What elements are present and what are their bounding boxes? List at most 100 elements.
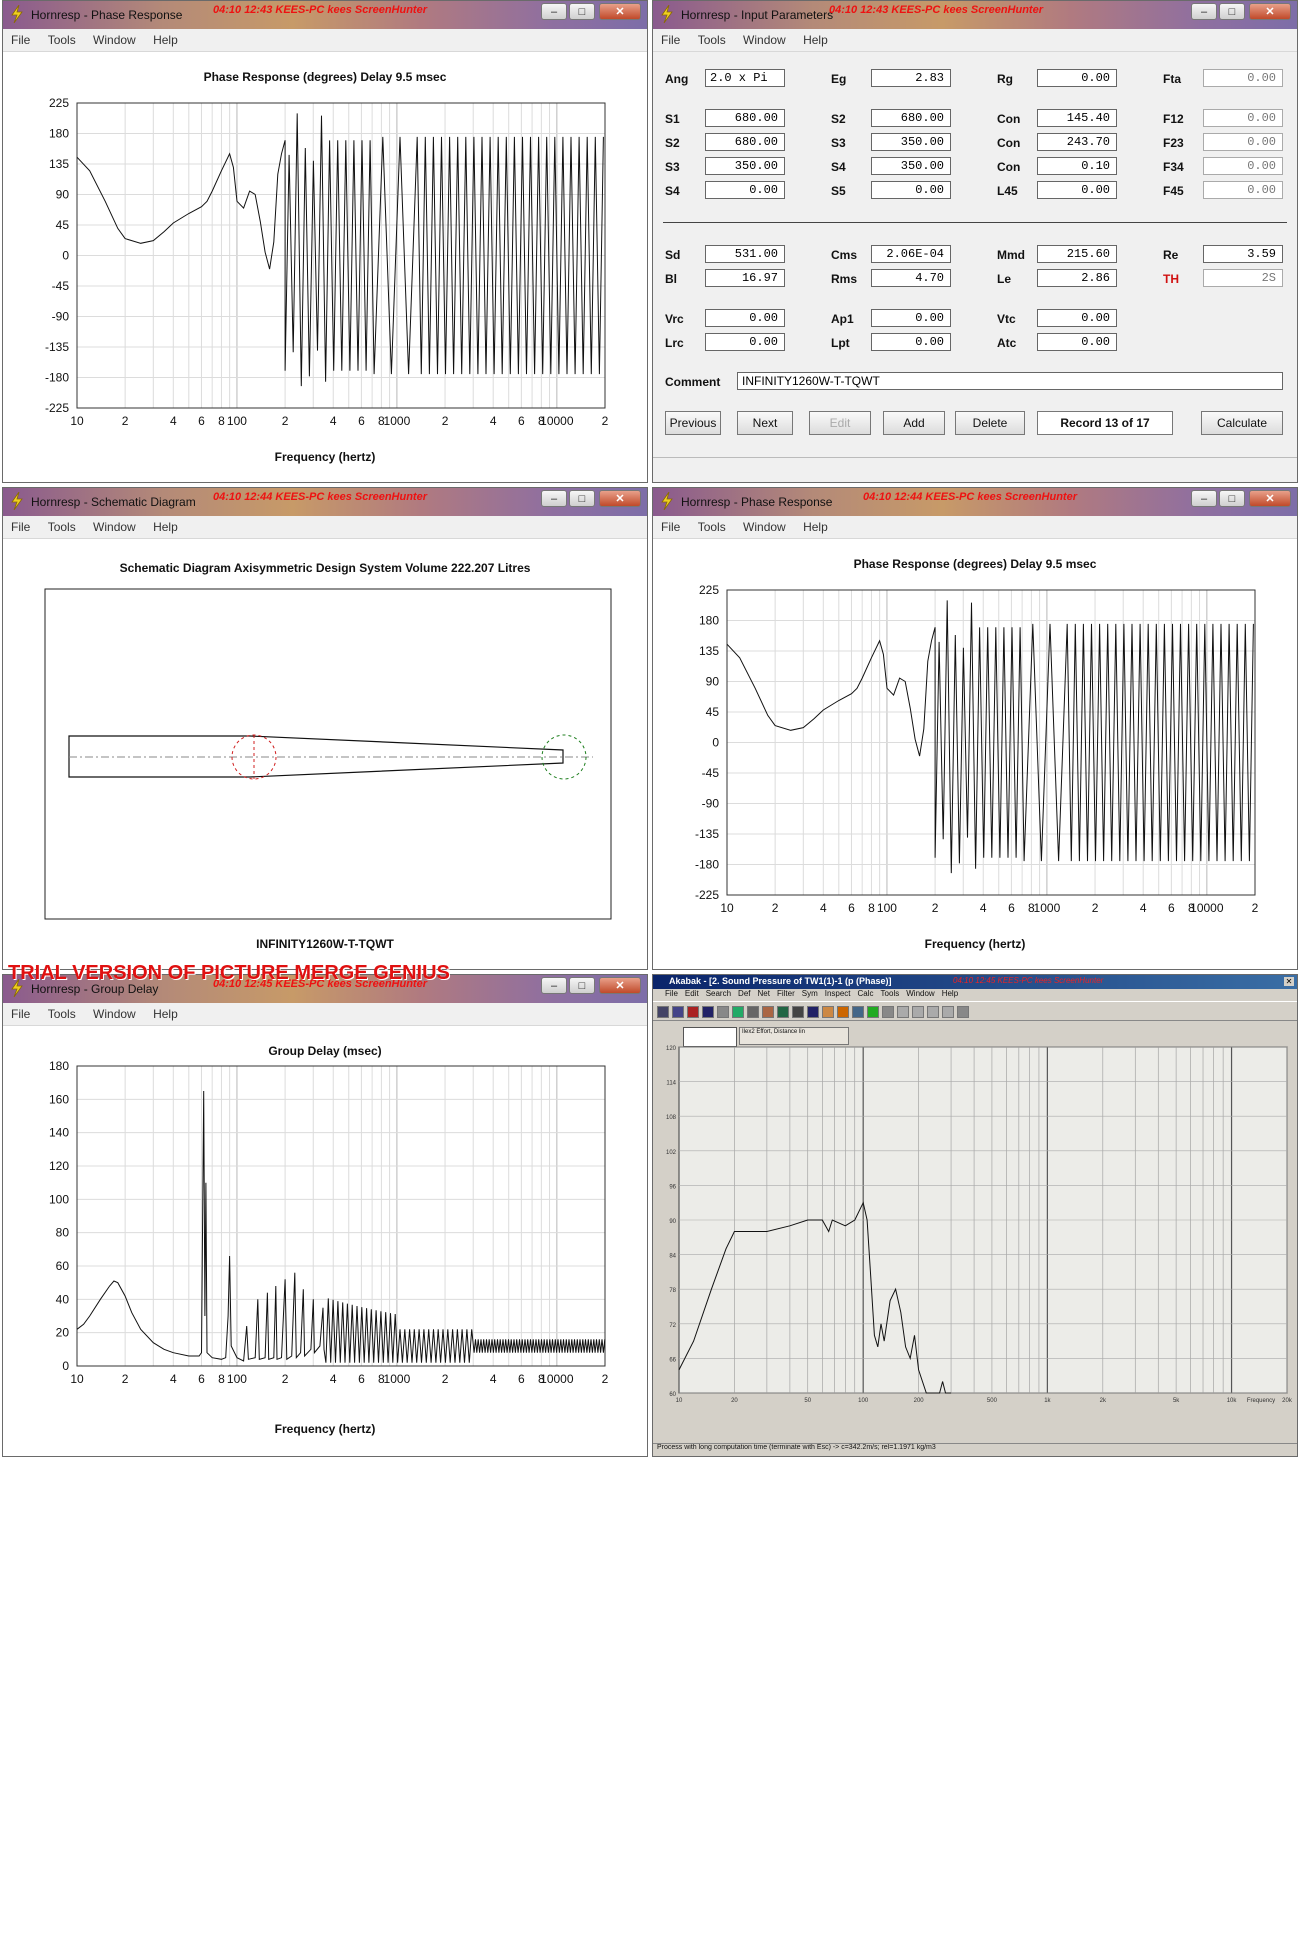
toolbar-tool-icon[interactable] [777, 1006, 789, 1018]
field-vrc[interactable]: 0.00 [705, 309, 785, 327]
menu-window[interactable]: Window [85, 29, 142, 47]
toolbar-tool-icon[interactable] [687, 1006, 699, 1018]
menu-file[interactable]: File [653, 516, 686, 534]
field-sd[interactable]: 531.00 [705, 245, 785, 263]
field-s5[interactable]: 0.00 [871, 181, 951, 199]
field-l45[interactable]: 0.00 [1037, 181, 1117, 199]
maximize-button[interactable]: □ [1219, 3, 1245, 20]
field-f23[interactable]: 0.00 [1203, 133, 1283, 151]
akabak-menu-item[interactable]: Calc [858, 989, 874, 998]
field-vtc[interactable]: 0.00 [1037, 309, 1117, 327]
minimize-button[interactable]: – [1191, 490, 1217, 507]
akabak-menu-item[interactable]: Inspect [825, 989, 851, 998]
field-s3[interactable]: 350.00 [871, 133, 951, 151]
add-button[interactable]: Add [883, 411, 945, 435]
field-lpt[interactable]: 0.00 [871, 333, 951, 351]
field-s4[interactable]: 350.00 [871, 157, 951, 175]
field-con-2[interactable]: 243.70 [1037, 133, 1117, 151]
akabak-menu-item[interactable]: Tools [881, 989, 900, 998]
field-s4-b[interactable]: 0.00 [705, 181, 785, 199]
field-eg[interactable]: 2.83 [871, 69, 951, 87]
field-ap1[interactable]: 0.00 [871, 309, 951, 327]
toolbar-tool-icon[interactable] [792, 1006, 804, 1018]
menu-file[interactable]: File [3, 1003, 36, 1021]
close-button[interactable]: ✕ [599, 3, 641, 20]
field-th[interactable]: 2S [1203, 269, 1283, 287]
field-con-3[interactable]: 0.10 [1037, 157, 1117, 175]
field-rms[interactable]: 4.70 [871, 269, 951, 287]
toolbar-tool-icon[interactable] [672, 1006, 684, 1018]
toolbar-tool-icon[interactable] [912, 1006, 924, 1018]
toolbar-tool-icon[interactable] [897, 1006, 909, 1018]
menu-tools[interactable]: Tools [690, 516, 732, 534]
close-button[interactable]: ✕ [1249, 490, 1291, 507]
toolbar-tool-icon[interactable] [807, 1006, 819, 1018]
akabak-menu-item[interactable]: Window [906, 989, 934, 998]
field-s2[interactable]: 680.00 [871, 109, 951, 127]
field-bl[interactable]: 16.97 [705, 269, 785, 287]
toolbar-tool-icon[interactable] [747, 1006, 759, 1018]
menu-help[interactable]: Help [795, 29, 834, 47]
toolbar-tool-icon[interactable] [927, 1006, 939, 1018]
menu-help[interactable]: Help [145, 29, 184, 47]
akabak-menu-item[interactable]: Edit [685, 989, 699, 998]
menu-tools[interactable]: Tools [40, 1003, 82, 1021]
field-atc[interactable]: 0.00 [1037, 333, 1117, 351]
menu-help[interactable]: Help [795, 516, 834, 534]
menu-file[interactable]: File [3, 29, 36, 47]
close-button[interactable]: ✕ [599, 977, 641, 994]
toolbar-tool-icon[interactable] [657, 1006, 669, 1018]
title-bar[interactable]: Hornresp - Phase Response 04:10 12:44 KE… [653, 488, 1297, 516]
title-bar[interactable]: Hornresp - Schematic Diagram 04:10 12:44… [3, 488, 647, 516]
field-mmd[interactable]: 215.60 [1037, 245, 1117, 263]
toolbar-tool-icon[interactable] [942, 1006, 954, 1018]
toolbar-tool-icon[interactable] [957, 1006, 969, 1018]
akabak-menu-item[interactable]: Help [942, 989, 958, 998]
menu-help[interactable]: Help [145, 1003, 184, 1021]
delete-button[interactable]: Delete [955, 411, 1025, 435]
menu-help[interactable]: Help [145, 516, 184, 534]
menu-window[interactable]: Window [85, 516, 142, 534]
toolbar-tool-icon[interactable] [822, 1006, 834, 1018]
calculate-button[interactable]: Calculate [1201, 411, 1283, 435]
next-button[interactable]: Next [737, 411, 793, 435]
field-s1[interactable]: 680.00 [705, 109, 785, 127]
toolbar-tool-icon[interactable] [732, 1006, 744, 1018]
akabak-menu-item[interactable]: File [665, 989, 678, 998]
minimize-button[interactable]: – [1191, 3, 1217, 20]
menu-tools[interactable]: Tools [690, 29, 732, 47]
close-button[interactable]: ✕ [599, 490, 641, 507]
menu-tools[interactable]: Tools [40, 29, 82, 47]
menu-window[interactable]: Window [735, 516, 792, 534]
minimize-button[interactable]: – [541, 3, 567, 20]
field-f34[interactable]: 0.00 [1203, 157, 1283, 175]
field-ang[interactable]: 2.0 x Pi [705, 69, 785, 87]
akabak-menu-item[interactable]: Net [758, 989, 770, 998]
field-f45[interactable]: 0.00 [1203, 181, 1283, 199]
edit-button[interactable]: Edit [809, 411, 871, 435]
field-s2-b[interactable]: 680.00 [705, 133, 785, 151]
close-button[interactable]: ✕ [1284, 977, 1294, 986]
title-bar[interactable]: Akabak - [2. Sound Pressure of TW1(1)-1 … [653, 975, 1297, 989]
field-con-1[interactable]: 145.40 [1037, 109, 1117, 127]
akabak-menu-item[interactable]: Sym [802, 989, 818, 998]
field-le[interactable]: 2.86 [1037, 269, 1117, 287]
field-s3-b[interactable]: 350.00 [705, 157, 785, 175]
toolbar-tool-icon[interactable] [762, 1006, 774, 1018]
toolbar-tool-icon[interactable] [852, 1006, 864, 1018]
toolbar-tool-icon[interactable] [867, 1006, 879, 1018]
toolbar-tool-icon[interactable] [702, 1006, 714, 1018]
akabak-menu-item[interactable]: Search [706, 989, 731, 998]
field-rg[interactable]: 0.00 [1037, 69, 1117, 87]
field-comment[interactable]: INFINITY1260W-T-TQWT [737, 372, 1283, 390]
toolbar-tool-icon[interactable] [717, 1006, 729, 1018]
field-re[interactable]: 3.59 [1203, 245, 1283, 263]
field-f12[interactable]: 0.00 [1203, 109, 1283, 127]
minimize-button[interactable]: – [541, 490, 567, 507]
maximize-button[interactable]: □ [1219, 490, 1245, 507]
field-fta[interactable]: 0.00 [1203, 69, 1283, 87]
maximize-button[interactable]: □ [569, 490, 595, 507]
maximize-button[interactable]: □ [569, 3, 595, 20]
title-bar[interactable]: Hornresp - Phase Response 04:10 12:43 KE… [3, 1, 647, 29]
akabak-menu-item[interactable]: Def [738, 989, 750, 998]
